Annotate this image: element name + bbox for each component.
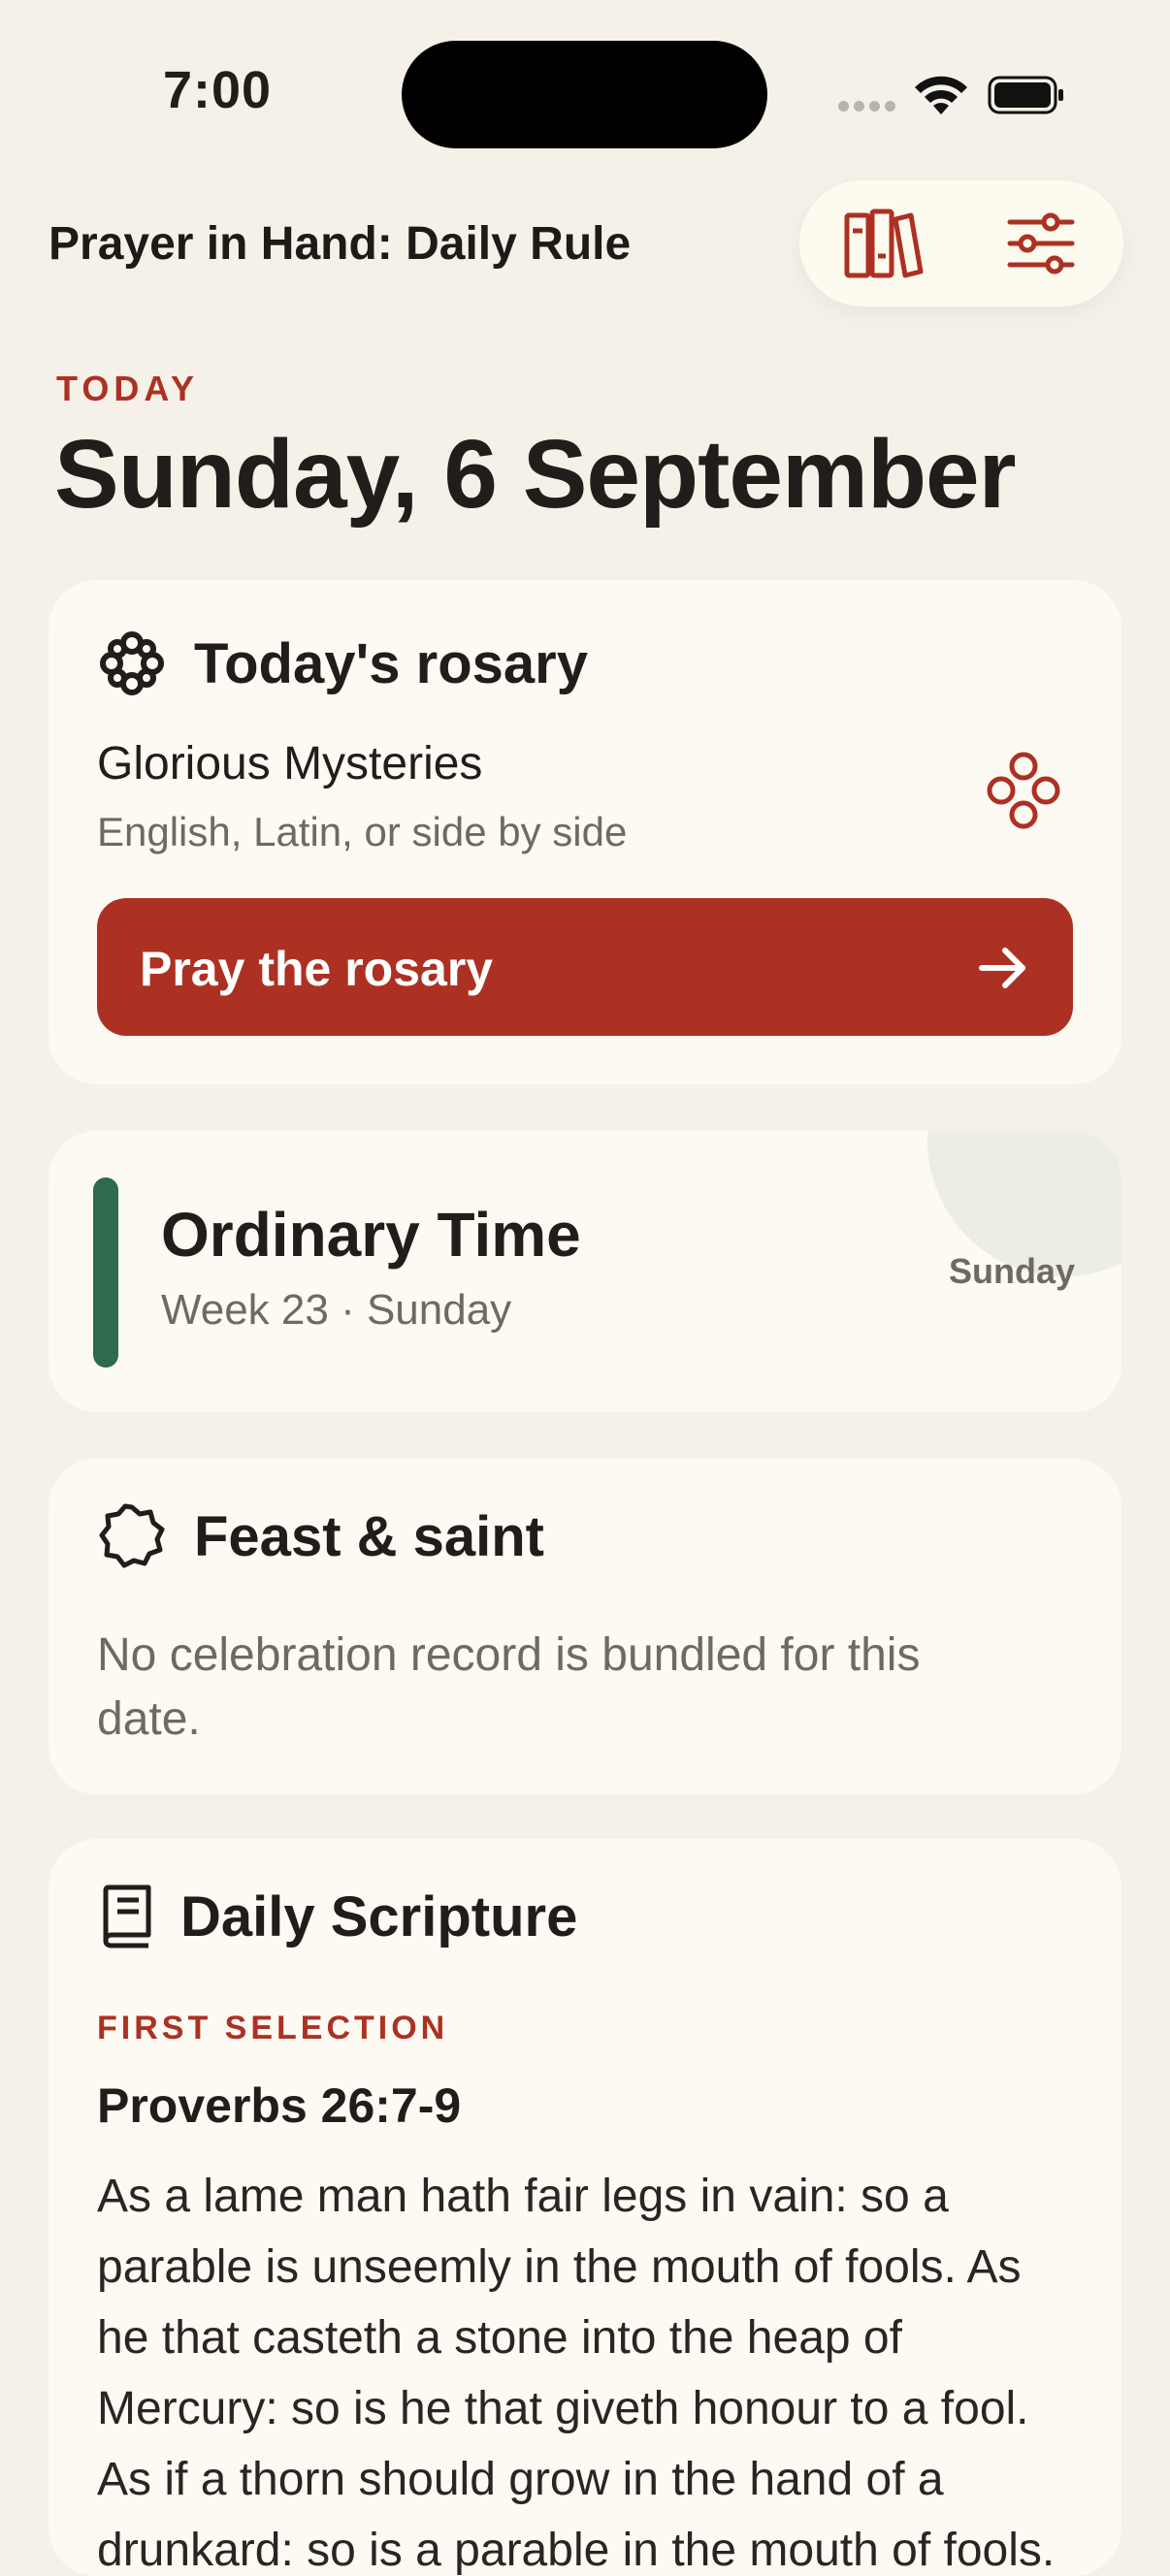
page-title: Sunday, 6 September bbox=[54, 420, 1017, 529]
feast-card-title: Feast & saint bbox=[194, 1504, 544, 1568]
app-title: Prayer in Hand: Daily Rule bbox=[49, 218, 632, 270]
rosary-card: Today's rosary Glorious Mysteries Englis… bbox=[49, 580, 1121, 1084]
books-icon bbox=[844, 209, 924, 278]
status-bar: 7:00 bbox=[0, 0, 1170, 184]
pray-rosary-button[interactable]: Pray the rosary bbox=[97, 898, 1073, 1036]
rosary-card-header: Today's rosary bbox=[97, 628, 588, 698]
liturgical-season-card[interactable]: Ordinary Time Week 23 · Sunday Sunday bbox=[49, 1131, 1121, 1412]
battery-icon bbox=[988, 76, 1063, 114]
seal-icon bbox=[97, 1501, 167, 1571]
scripture-text: As a lame man hath fair legs in vain: so… bbox=[97, 2171, 1056, 2576]
header-toolbar bbox=[799, 180, 1123, 306]
mystery-name: Glorious Mysteries bbox=[97, 738, 483, 789]
wifi-icon bbox=[915, 76, 967, 114]
season-day: Sunday bbox=[948, 1251, 1075, 1291]
rosary-card-title: Today's rosary bbox=[194, 631, 588, 695]
cellular-signal-icon bbox=[838, 101, 896, 114]
mystery-subtitle: English, Latin, or side by side bbox=[97, 809, 628, 854]
pray-rosary-label: Pray the rosary bbox=[140, 942, 494, 996]
today-label: TODAY bbox=[56, 369, 200, 408]
feast-card-header: Feast & saint bbox=[97, 1501, 544, 1571]
scripture-card-header: Daily Scripture bbox=[97, 1882, 577, 1951]
status-time: 7:00 bbox=[163, 61, 273, 119]
feast-message: No celebration record is bundled for thi… bbox=[97, 1629, 921, 1745]
beads-icon bbox=[987, 752, 1060, 829]
arrow-right-icon bbox=[979, 948, 1025, 988]
scripture-card-title: Daily Scripture bbox=[180, 1884, 578, 1948]
season-subtitle: Week 23 · Sunday bbox=[161, 1286, 512, 1334]
daily-scripture-card: Daily Scripture FIRST SELECTION Proverbs… bbox=[49, 1839, 1121, 2576]
feast-saint-card: Feast & saint No celebration record is b… bbox=[49, 1459, 1121, 1794]
settings-button[interactable] bbox=[997, 208, 1085, 279]
season-title: Ordinary Time bbox=[161, 1200, 581, 1270]
dynamic-island bbox=[402, 41, 767, 148]
sliders-icon bbox=[1007, 212, 1075, 274]
scripture-reference: Proverbs 26:7-9 bbox=[97, 2078, 462, 2133]
book-icon bbox=[97, 1882, 155, 1951]
selection-label: FIRST SELECTION bbox=[97, 2010, 449, 2046]
library-button[interactable] bbox=[840, 208, 927, 279]
rosary-icon bbox=[97, 628, 167, 698]
season-color-bar bbox=[93, 1177, 118, 1368]
